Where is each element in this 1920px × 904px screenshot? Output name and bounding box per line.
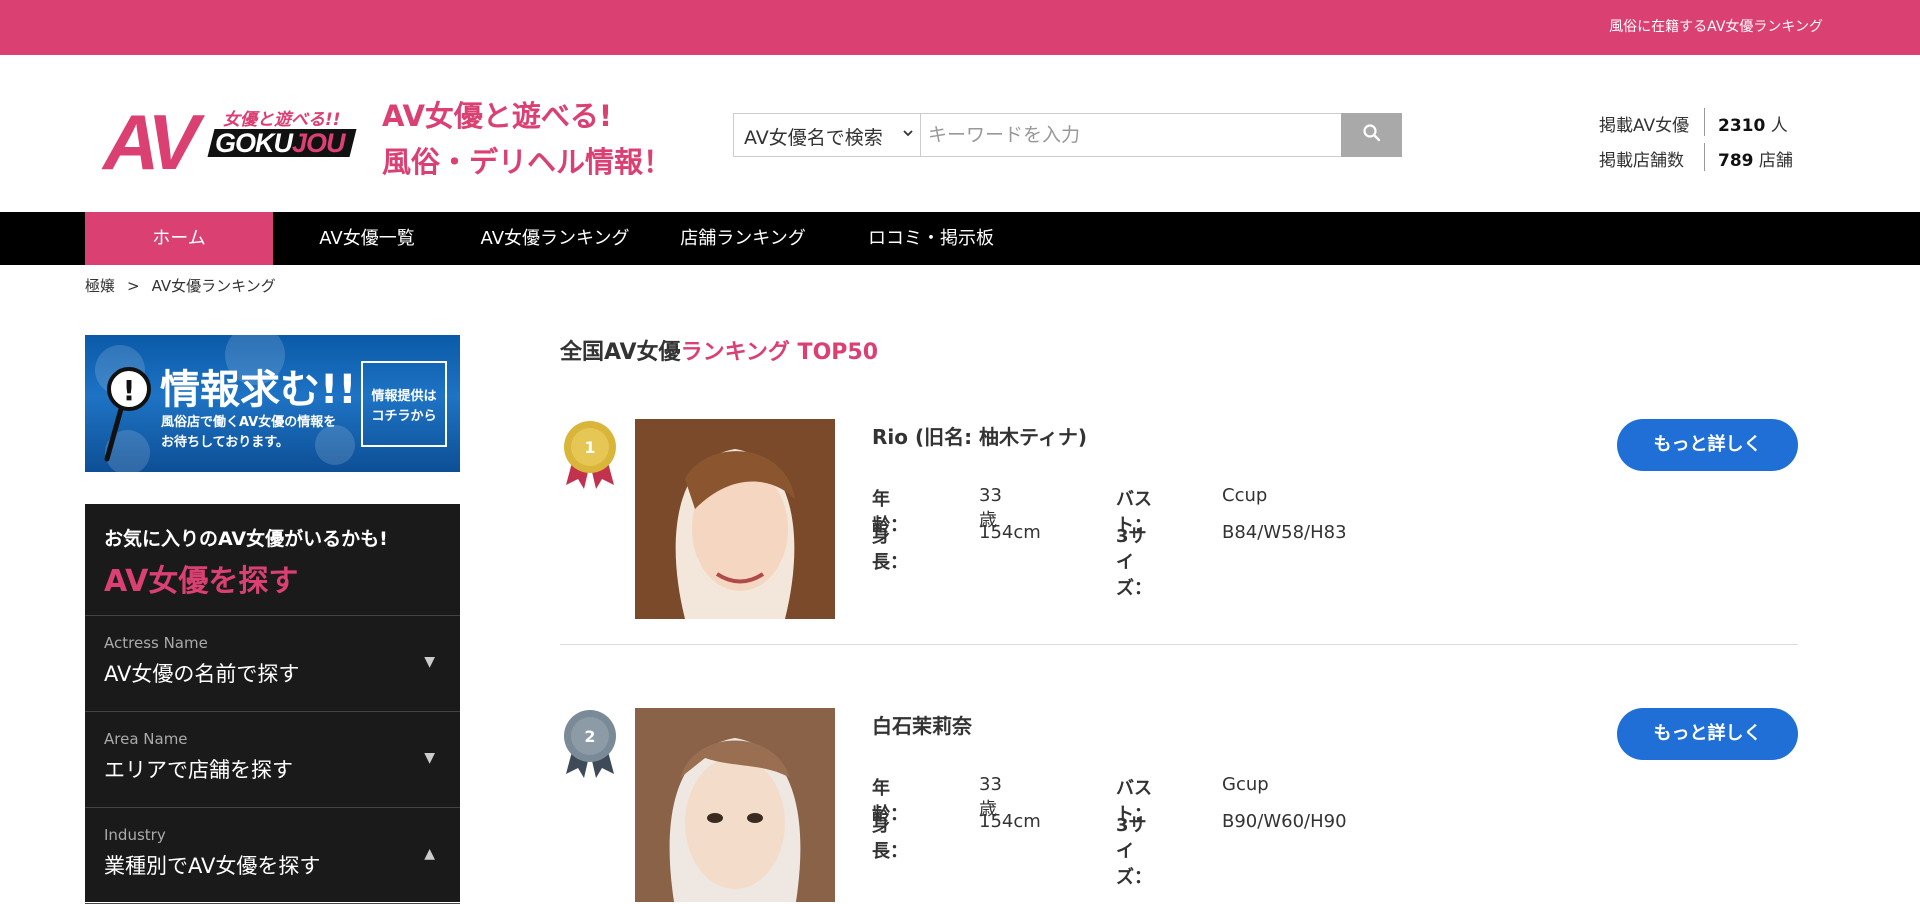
panel-item-en: Industry	[104, 826, 166, 844]
tagline-line-2: 風俗・デリヘル情報！	[382, 145, 673, 179]
banner-heading: 情報求む!!	[160, 367, 357, 413]
triangle-down-icon: ▼	[424, 654, 435, 670]
chevron-down-icon	[902, 124, 914, 143]
search-icon	[1362, 123, 1382, 147]
site-header: AV 女優と遊べる!! GOKUJOU AV女優と遊べる! 風俗・デリヘル情報！…	[0, 55, 1920, 212]
actress-name[interactable]: 白石茉莉奈	[872, 710, 972, 739]
panel-header: お気に入りのAV女優がいるかも! AV女優を探す	[85, 504, 460, 616]
search-bar: AV女優名で検索	[733, 113, 1402, 157]
panel-item-en: Area Name	[104, 730, 188, 748]
stat-value: 2310	[1718, 116, 1766, 136]
logo-jou: JOU	[292, 128, 346, 158]
nav-item-actress-ranking[interactable]: AV女優ランキング	[461, 212, 649, 265]
stat-value: 789	[1718, 151, 1754, 171]
triangle-up-icon: ▲	[424, 846, 435, 862]
panel-item-jp: 業種別でAV女優を探す	[104, 854, 321, 878]
nav-item-home[interactable]: ホーム	[85, 212, 273, 265]
ranking-card-2: 2 白石茉莉奈 年齢： 33歳 バスト： Gcup 身長： 154cm 3サイズ…	[560, 708, 1798, 902]
stat-label: 掲載AV女優	[1599, 116, 1690, 136]
bust-value: Ccup	[1222, 485, 1268, 506]
banner-text-line: お待ちしております。	[161, 435, 289, 450]
stat-value-wrap: 789 店舗	[1718, 146, 1793, 171]
sizes-value: B84/W58/H83	[1222, 522, 1347, 543]
main-nav: ホーム AV女優一覧 AV女優ランキング 店舗ランキング ロコミ・掲示板	[0, 212, 1920, 265]
bust-value: Gcup	[1222, 774, 1269, 795]
magnifier-icon: !	[103, 363, 157, 467]
breadcrumb: 極嬢 > AV女優ランキング	[85, 275, 276, 296]
height-value: 154cm	[979, 811, 1041, 832]
rank-number: 1	[584, 438, 595, 457]
top-bar-text: 風俗に在籍するAV女優ランキング	[1609, 19, 1823, 35]
detail-button[interactable]: もっと詳しく	[1617, 708, 1798, 760]
rank-number: 2	[584, 727, 595, 746]
stat-shops: 掲載店舗数 789 店舗	[1599, 140, 1839, 175]
stat-divider	[1704, 143, 1705, 171]
stat-value-wrap: 2310 人	[1718, 111, 1788, 136]
breadcrumb-home[interactable]: 極嬢	[85, 277, 115, 295]
panel-item-jp: エリアで店舗を探す	[104, 758, 293, 782]
panel-item-jp: AV女優の名前で探す	[104, 662, 300, 686]
site-logo[interactable]: AV 女優と遊べる!! GOKUJOU	[103, 98, 357, 186]
site-tagline: AV女優と遊べる! 風俗・デリヘル情報！	[382, 93, 672, 185]
height-value: 154cm	[979, 522, 1041, 543]
panel-item-actress-name[interactable]: Actress Name AV女優の名前で探す ▼	[85, 616, 460, 712]
height-label: 身長：	[872, 526, 908, 573]
banner-cta-line: コチラから	[371, 409, 437, 424]
logo-av-text: AV	[103, 98, 200, 186]
breadcrumb-current: AV女優ランキング	[151, 277, 276, 295]
ranking-title-highlight: ランキング TOP50	[680, 340, 879, 365]
stat-label: 掲載店舗数	[1599, 151, 1684, 171]
nav-item-reviews[interactable]: ロコミ・掲示板	[837, 212, 1025, 265]
ranking-divider	[560, 644, 1798, 645]
banner-cta-line: 情報提供は	[371, 389, 437, 404]
actress-name[interactable]: Rio (旧名: 柚木ティナ)	[872, 421, 1087, 450]
info-request-banner[interactable]: ! 情報求む!! 風俗店で働くAV女優の情報を お待ちしております。 情報提供は…	[85, 335, 460, 472]
silver-medal-icon: 2	[560, 708, 620, 780]
nav-item-shop-ranking[interactable]: 店舗ランキング	[649, 212, 837, 265]
sizes-value: B90/W60/H90	[1222, 811, 1347, 832]
ranking-title-prefix: 全国AV女優	[560, 340, 681, 365]
ranking-card-1: 1 Rio (旧名: 柚木ティナ) 年齢： 33歳 バスト： Ccup 身長： …	[560, 419, 1798, 629]
stat-actresses: 掲載AV女優 2310 人	[1599, 105, 1839, 140]
banner-cta-box[interactable]: 情報提供は コチラから	[361, 361, 447, 447]
panel-item-area[interactable]: Area Name エリアで店舗を探す ▼	[85, 712, 460, 808]
site-stats: 掲載AV女優 2310 人 掲載店舗数 789 店舗	[1599, 105, 1839, 175]
banner-text-line: 風俗店で働くAV女優の情報を	[161, 415, 337, 430]
stat-divider	[1704, 108, 1705, 136]
sizes-label: 3サイズ：	[1116, 815, 1152, 888]
panel-item-en: Actress Name	[104, 634, 208, 652]
gold-medal-icon: 1	[560, 419, 620, 491]
tagline-line-1: AV女優と遊べる!	[382, 99, 613, 133]
actress-photo[interactable]	[635, 708, 835, 902]
logo-goku: GOKU	[215, 128, 293, 158]
breadcrumb-separator: >	[127, 277, 140, 295]
detail-button[interactable]: もっと詳しく	[1617, 419, 1798, 471]
logo-gokujou: GOKUJOU	[215, 128, 346, 159]
sizes-label: 3サイズ：	[1116, 526, 1152, 599]
nav-item-actress-list[interactable]: AV女優一覧	[273, 212, 461, 265]
search-input[interactable]	[922, 114, 1342, 156]
search-type-value: AV女優名で検索	[744, 127, 883, 149]
search-button[interactable]	[1341, 113, 1402, 157]
panel-title: AV女優を探す	[104, 564, 299, 599]
triangle-down-icon: ▼	[424, 750, 435, 766]
banner-text: 風俗店で働くAV女優の情報を お待ちしております。	[161, 413, 336, 453]
ranking-title: 全国AV女優ランキング TOP50	[560, 334, 878, 366]
panel-subtitle: お気に入りのAV女優がいるかも!	[104, 528, 388, 550]
height-label: 身長：	[872, 815, 908, 862]
stat-unit: 店舗	[1758, 151, 1793, 171]
actress-photo[interactable]	[635, 419, 835, 619]
panel-item-industry[interactable]: Industry 業種別でAV女優を探す ▲	[85, 808, 460, 904]
svg-text:!: !	[123, 374, 136, 407]
search-type-select[interactable]: AV女優名で検索	[734, 114, 921, 156]
top-bar: 風俗に在籍するAV女優ランキング	[0, 0, 1920, 55]
actress-search-panel: お気に入りのAV女優がいるかも! AV女優を探す Actress Name AV…	[85, 504, 460, 904]
logo-subtitle: 女優と遊べる!!	[223, 110, 341, 130]
stat-unit: 人	[1770, 116, 1788, 136]
